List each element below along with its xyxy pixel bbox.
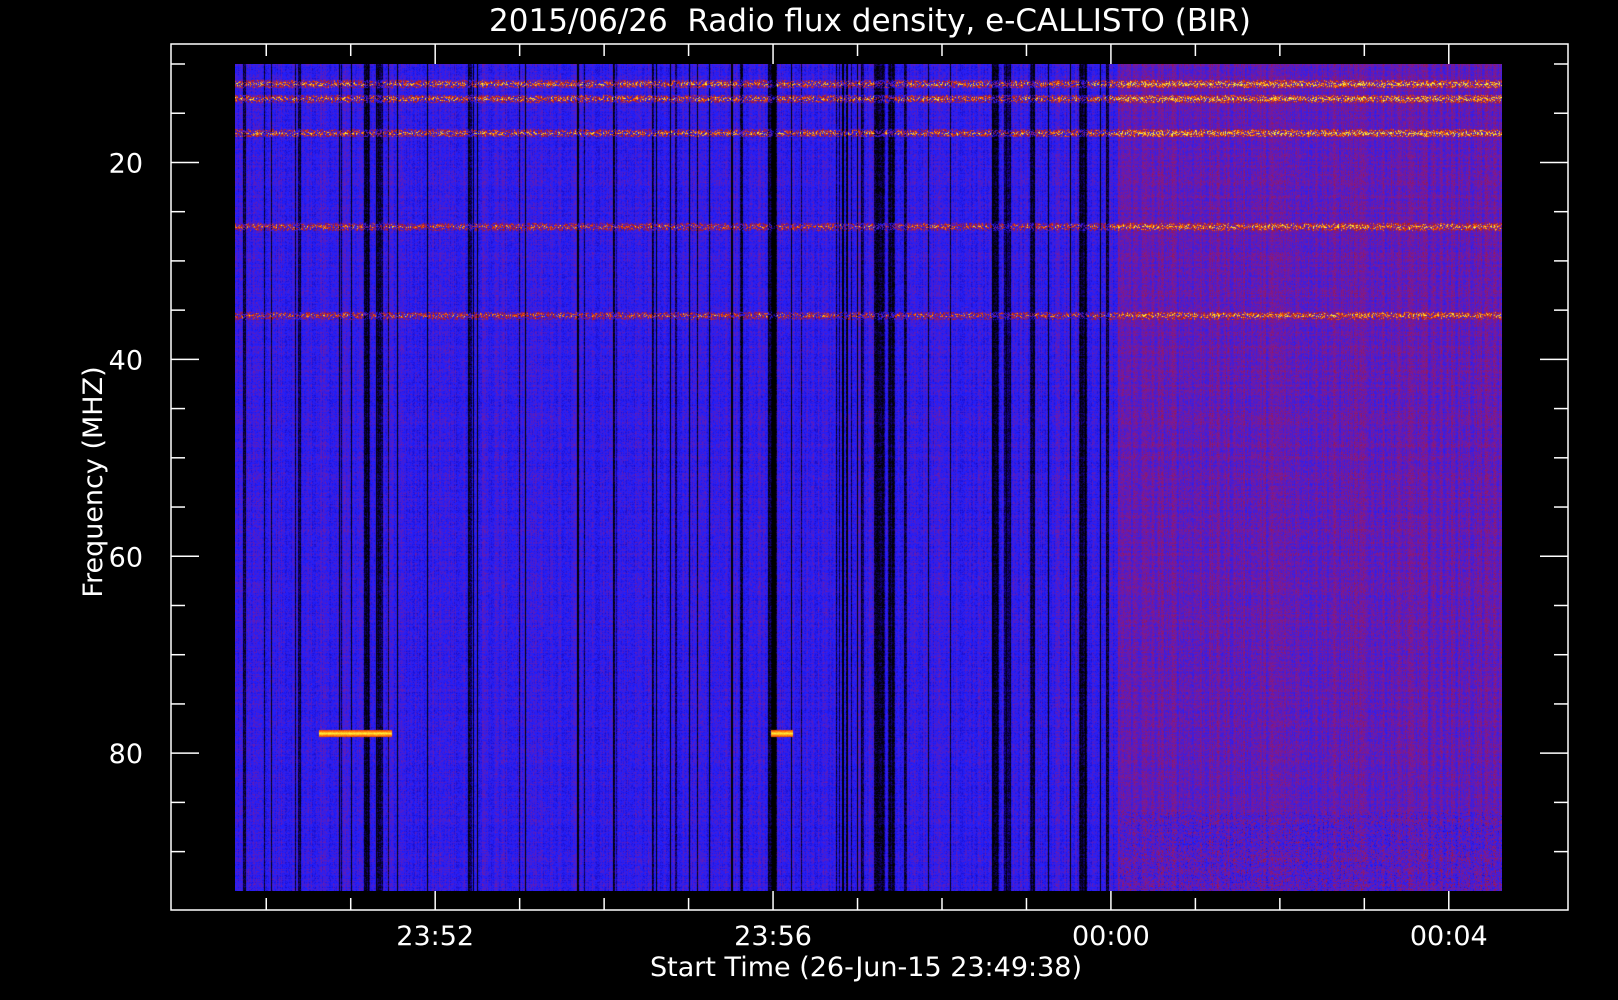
- y-tick-label: 60: [109, 542, 143, 573]
- y-tick-label: 20: [109, 148, 143, 179]
- x-tick-label: 00:04: [1410, 921, 1488, 952]
- x-axis-label: Start Time (26-Jun-15 23:49:38): [650, 952, 1082, 983]
- spectrogram-heatmap: [235, 64, 1502, 891]
- y-axis-tick-labels: 20 40 60 80: [109, 148, 143, 770]
- x-tick-label: 00:00: [1072, 921, 1150, 952]
- x-axis-tick-labels: 23:52 23:56 00:00 00:04: [396, 921, 1487, 952]
- x-tick-label: 23:52: [396, 921, 474, 952]
- chart-title: 2015/06/26 Radio flux density, e-CALLIST…: [489, 3, 1251, 39]
- y-axis-label: Frequency (MHZ): [78, 366, 109, 597]
- y-tick-label: 80: [109, 739, 143, 770]
- y-tick-label: 40: [109, 345, 143, 376]
- x-tick-label: 23:56: [734, 921, 812, 952]
